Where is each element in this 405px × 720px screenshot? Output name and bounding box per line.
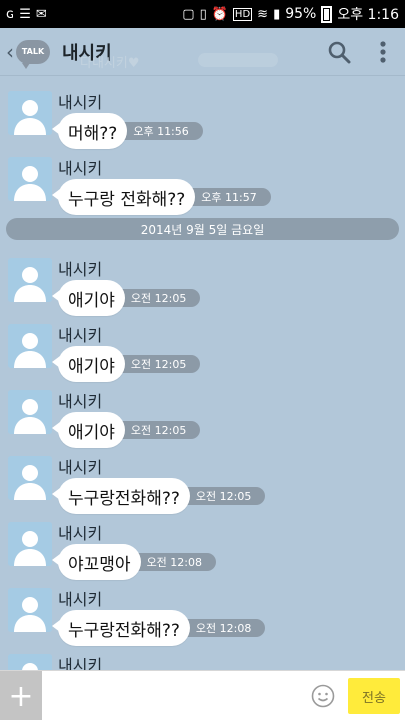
message-input-bar: + 전송 — [0, 670, 405, 720]
list-icon: ☰ — [19, 6, 31, 22]
message-time: 오전 12:08 — [130, 553, 216, 571]
vibrate-icon: ▯ — [199, 6, 207, 22]
sender-name: 내시키 — [58, 260, 103, 279]
mail-icon: ✉ — [35, 6, 47, 22]
back-button[interactable]: ‹ TALK — [6, 39, 50, 69]
avatar[interactable] — [8, 324, 52, 368]
sender-name: 내시키 — [58, 524, 103, 543]
message-time: 오후 11:57 — [185, 188, 271, 206]
sender-name: 내시키 — [58, 656, 103, 670]
avatar[interactable] — [8, 522, 52, 566]
message-bubble[interactable]: 애기야 — [52, 280, 125, 316]
message-bubble[interactable]: 야꼬맹아 — [52, 544, 141, 580]
message-bubble[interactable]: 애기야 — [52, 346, 125, 382]
message-time: 오전 12:05 — [179, 487, 266, 505]
sender-name: 내시키 — [58, 326, 103, 345]
avatar[interactable] — [8, 588, 52, 632]
chevron-left-icon: ‹ — [6, 39, 14, 64]
attach-plus-button[interactable]: + — [0, 671, 42, 720]
message-bubble[interactable]: 누구랑전화해?? — [52, 610, 190, 646]
sender-name: 내시키 — [58, 93, 103, 112]
battery-percent: 95% — [285, 6, 317, 22]
message-bubble[interactable]: 머해?? — [51, 113, 128, 149]
message-time: 오전 12:08 — [179, 619, 266, 637]
date-divider: 2014년 9월 5일 금요일 — [6, 218, 399, 240]
wifi-icon: ≋ — [257, 6, 269, 22]
avatar[interactable] — [8, 654, 52, 670]
message-input[interactable] — [48, 679, 300, 713]
chat-header: ‹ TALK 내시키 — [0, 28, 405, 76]
alarm-icon: ⏰ — [211, 6, 228, 22]
message-row: 내시키 — [0, 646, 405, 670]
message-bubble[interactable]: 애기야 — [52, 412, 125, 448]
message-time: 오전 12:05 — [114, 421, 201, 439]
more-options-icon[interactable] — [379, 40, 387, 64]
avatar[interactable] — [8, 456, 52, 500]
chat-area[interactable]: 내시키 머해?? 오후 11:56 내시키 누구랑 전화해?? 오후 11:57… — [0, 77, 405, 670]
kakaotalk-logo: TALK — [16, 39, 50, 69]
avatar[interactable] — [8, 91, 52, 135]
signal-icon: ▮ — [273, 6, 281, 22]
ghost-time-pill — [198, 53, 278, 67]
message-row: 내시키 애기야 오전 12:05 — [0, 382, 405, 448]
message-row: 내시키 야꼬맹아 오전 12:08 — [0, 514, 405, 580]
clock: 오후 1:16 — [337, 7, 399, 23]
hd-icon: HD — [232, 7, 253, 21]
avatar[interactable] — [8, 157, 52, 201]
screen-icon: ▢ — [182, 6, 195, 22]
message-row: 내시키 누구랑 전화해?? 오후 11:57 — [0, 149, 405, 215]
message-time: 오전 12:05 — [114, 289, 201, 307]
sender-name: 내시키 — [58, 458, 103, 477]
message-time: 오후 11:56 — [117, 122, 203, 140]
avatar[interactable] — [8, 390, 52, 434]
search-icon[interactable] — [327, 40, 351, 64]
avatar[interactable] — [8, 258, 52, 302]
message-bubble[interactable]: 누구랑전화해?? — [52, 478, 190, 514]
sender-name: 내시키 — [58, 392, 103, 411]
emoji-icon[interactable] — [311, 684, 335, 708]
ghost-header-title: 다내시키♥ — [80, 56, 140, 71]
message-row: 내시키 애기야 오전 12:05 — [0, 250, 405, 316]
carrier-g-icon: ɢ — [6, 6, 15, 22]
sender-name: 내시키 — [58, 590, 103, 609]
battery-icon — [321, 5, 333, 23]
send-button[interactable]: 전송 — [348, 678, 400, 714]
message-row: 내시키 애기야 오전 12:05 — [0, 316, 405, 382]
message-time: 오전 12:05 — [114, 355, 201, 373]
status-bar: ɢ ☰ ✉ ▢ ▯ ⏰ HD ≋ ▮ 95% 오후 1:16 — [0, 0, 405, 28]
message-row: 내시키 머해?? 오후 11:56 — [0, 83, 405, 149]
sender-name: 내시키 — [58, 159, 103, 178]
message-bubble[interactable]: 누구랑 전화해?? — [51, 179, 196, 215]
message-row: 내시키 누구랑전화해?? 오전 12:08 — [0, 580, 405, 646]
message-row: 내시키 누구랑전화해?? 오전 12:05 — [0, 448, 405, 514]
